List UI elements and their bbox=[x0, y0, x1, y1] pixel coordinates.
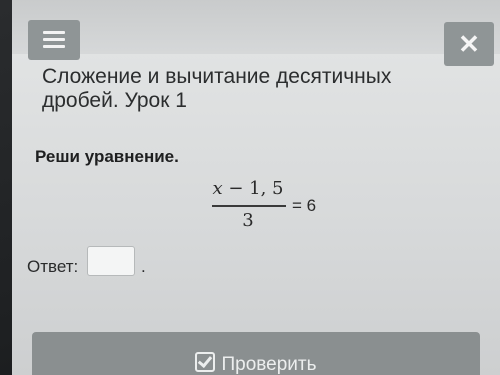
check-button[interactable]: Проверить bbox=[32, 332, 480, 375]
screen: ✕ Сложение и вычитание десятичных дробей… bbox=[12, 0, 500, 375]
checkbox-check-icon bbox=[195, 352, 216, 372]
close-button[interactable]: ✕ bbox=[444, 22, 494, 66]
fraction-line bbox=[212, 205, 286, 207]
check-button-label: Проверить bbox=[221, 354, 317, 375]
equation-rhs: = 6 bbox=[292, 196, 317, 215]
numerator-variable: x bbox=[212, 178, 223, 199]
equation-denominator: 3 bbox=[242, 210, 254, 231]
equation-numerator: x − 1, 5 bbox=[208, 178, 288, 199]
answer-label: Ответ: bbox=[27, 257, 79, 276]
task-instruction: Реши уравнение. bbox=[35, 147, 179, 166]
close-icon: ✕ bbox=[458, 29, 480, 59]
equation: x − 1, 5 3 = 6 bbox=[208, 178, 338, 238]
lesson-title: Сложение и вычитание десятичных дробей. … bbox=[42, 65, 392, 112]
answer-input[interactable] bbox=[87, 246, 135, 276]
numerator-rest: − 1, 5 bbox=[222, 178, 284, 199]
top-bar: ✕ bbox=[12, 0, 500, 66]
answer-suffix: . bbox=[141, 257, 146, 276]
menu-button[interactable] bbox=[28, 20, 80, 60]
